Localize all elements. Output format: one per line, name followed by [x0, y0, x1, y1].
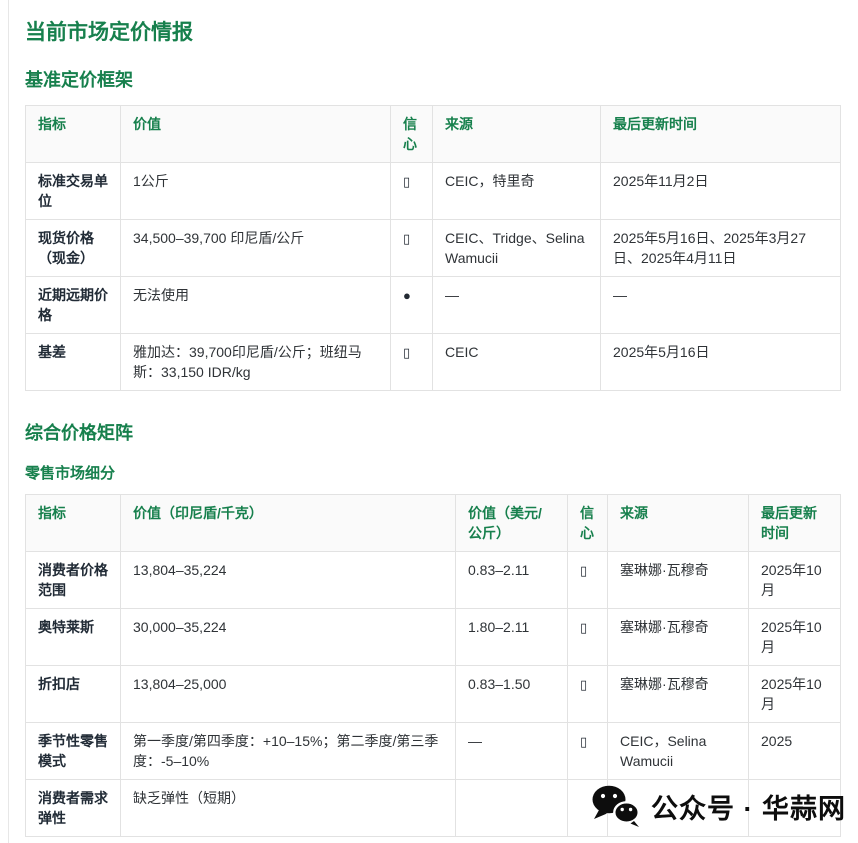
missing-glyph-icon: ▯ [580, 563, 587, 578]
indicator-cell: 近期远期价格 [26, 277, 121, 334]
table-row: 近期远期价格 无法使用 ● — — [26, 277, 841, 334]
updated-cell: 2025年5月16日 [601, 334, 841, 391]
column-header-confidence: 信心 [568, 495, 608, 552]
indicator-cell: 消费者需求弹性 [26, 780, 121, 837]
updated-cell: 2025年11月2日 [601, 163, 841, 220]
idr-value-cell: 13,804–35,224 [121, 552, 456, 609]
source-cell: 塞琳娜·瓦穆奇 [608, 666, 749, 723]
usd-value-cell: 0.83–2.11 [456, 552, 568, 609]
value-cell: 无法使用 [121, 277, 391, 334]
table-header-row: 指标 价值 信心 来源 最后更新时间 [26, 106, 841, 163]
idr-value-cell: 第一季度/第四季度：+10–15%；第二季度/第三季度：-5–10% [121, 723, 456, 780]
indicator-cell: 折扣店 [26, 666, 121, 723]
benchmark-pricing-table: 指标 价值 信心 来源 最后更新时间 标准交易单位 1公斤 ▯ CEIC，特里奇… [25, 105, 841, 391]
column-header-source: 来源 [608, 495, 749, 552]
indicator-cell: 现货价格（现金） [26, 220, 121, 277]
report-content: 当前市场定价情报 基准定价框架 指标 价值 信心 来源 最后更新时间 标准交易单… [25, 0, 840, 837]
confidence-cell: ▯ [391, 334, 433, 391]
confidence-cell: ▯ [391, 163, 433, 220]
updated-cell: 2025年10月 [749, 666, 841, 723]
table-header-row: 指标 价值（印尼盾/千克） 价值（美元/公斤） 信心 来源 最后更新时间 [26, 495, 841, 552]
missing-glyph-icon: ▯ [580, 734, 587, 749]
wechat-watermark: 公众号 · 华蒜网 [590, 784, 846, 828]
confidence-cell: ▯ [568, 609, 608, 666]
subsection-heading-retail: 零售市场细分 [25, 464, 840, 483]
usd-value-cell: — [456, 723, 568, 780]
value-cell: 34,500–39,700 印尼盾/公斤 [121, 220, 391, 277]
left-edge-divider [8, 0, 9, 843]
confidence-cell: ▯ [391, 220, 433, 277]
missing-glyph-icon: ▯ [403, 345, 410, 360]
column-header-usd-value: 价值（美元/公斤） [456, 495, 568, 552]
column-header-updated: 最后更新时间 [749, 495, 841, 552]
wechat-icon [590, 784, 642, 828]
column-header-source: 来源 [433, 106, 601, 163]
updated-cell: 2025年10月 [749, 609, 841, 666]
value-cell: 1公斤 [121, 163, 391, 220]
source-cell: CEIC，特里奇 [433, 163, 601, 220]
indicator-cell: 消费者价格范围 [26, 552, 121, 609]
confidence-cell: ▯ [568, 552, 608, 609]
source-cell: 塞琳娜·瓦穆奇 [608, 609, 749, 666]
source-cell: CEIC [433, 334, 601, 391]
idr-value-cell: 13,804–25,000 [121, 666, 456, 723]
column-header-indicator: 指标 [26, 495, 121, 552]
section-heading-matrix: 综合价格矩阵 [25, 422, 840, 444]
value-cell: 雅加达：39,700印尼盾/公斤；班纽马斯：33,150 IDR/kg [121, 334, 391, 391]
usd-value-cell [456, 780, 568, 837]
table-row: 现货价格（现金） 34,500–39,700 印尼盾/公斤 ▯ CEIC、Tri… [26, 220, 841, 277]
idr-value-cell: 30,000–35,224 [121, 609, 456, 666]
updated-cell: — [601, 277, 841, 334]
missing-glyph-icon: ▯ [403, 231, 410, 246]
confidence-cell: ● [391, 277, 433, 334]
report-page: 当前市场定价情报 基准定价框架 指标 价值 信心 来源 最后更新时间 标准交易单… [0, 0, 858, 843]
table-row: 基差 雅加达：39,700印尼盾/公斤；班纽马斯：33,150 IDR/kg ▯… [26, 334, 841, 391]
table-row: 奥特莱斯 30,000–35,224 1.80–2.11 ▯ 塞琳娜·瓦穆奇 2… [26, 609, 841, 666]
filled-circle-icon: ● [403, 288, 411, 303]
column-header-indicator: 指标 [26, 106, 121, 163]
source-cell: — [433, 277, 601, 334]
table-row: 消费者价格范围 13,804–35,224 0.83–2.11 ▯ 塞琳娜·瓦穆… [26, 552, 841, 609]
usd-value-cell: 1.80–2.11 [456, 609, 568, 666]
section-heading-benchmark: 基准定价框架 [25, 69, 840, 91]
indicator-cell: 基差 [26, 334, 121, 391]
idr-value-cell: 缺乏弹性（短期） [121, 780, 456, 837]
column-header-idr-value: 价值（印尼盾/千克） [121, 495, 456, 552]
source-cell: 塞琳娜·瓦穆奇 [608, 552, 749, 609]
column-header-confidence: 信心 [391, 106, 433, 163]
indicator-cell: 季节性零售模式 [26, 723, 121, 780]
updated-cell: 2025年10月 [749, 552, 841, 609]
column-header-updated: 最后更新时间 [601, 106, 841, 163]
watermark-text: 公众号 · 华蒜网 [651, 787, 846, 826]
table-row: 标准交易单位 1公斤 ▯ CEIC，特里奇 2025年11月2日 [26, 163, 841, 220]
column-header-value: 价值 [121, 106, 391, 163]
missing-glyph-icon: ▯ [580, 620, 587, 635]
confidence-cell: ▯ [568, 666, 608, 723]
updated-cell: 2025年5月16日、2025年3月27日、2025年4月11日 [601, 220, 841, 277]
table-row: 折扣店 13,804–25,000 0.83–1.50 ▯ 塞琳娜·瓦穆奇 20… [26, 666, 841, 723]
table-row: 季节性零售模式 第一季度/第四季度：+10–15%；第二季度/第三季度：-5–1… [26, 723, 841, 780]
confidence-cell: ▯ [568, 723, 608, 780]
source-cell: CEIC，Selina Wamucii [608, 723, 749, 780]
indicator-cell: 奥特莱斯 [26, 609, 121, 666]
usd-value-cell: 0.83–1.50 [456, 666, 568, 723]
updated-cell: 2025 [749, 723, 841, 780]
indicator-cell: 标准交易单位 [26, 163, 121, 220]
missing-glyph-icon: ▯ [403, 174, 410, 189]
missing-glyph-icon: ▯ [580, 677, 587, 692]
source-cell: CEIC、Tridge、Selina Wamucii [433, 220, 601, 277]
page-title: 当前市场定价情报 [25, 20, 840, 45]
